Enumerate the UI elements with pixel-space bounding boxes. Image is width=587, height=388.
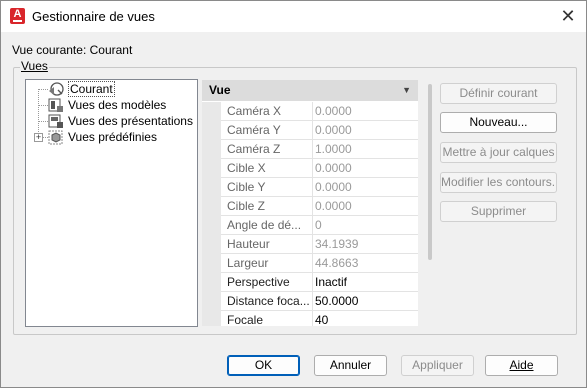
cancel-button[interactable]: Annuler: [314, 355, 387, 376]
property-row-gutter: [202, 235, 221, 254]
title-bar: A Gestionnaire de vues ✕: [1, 1, 586, 32]
expand-icon[interactable]: +: [34, 133, 43, 142]
property-row[interactable]: Hauteur 34.1939: [202, 235, 418, 254]
property-row-gutter: [202, 254, 221, 273]
model-views-icon: [48, 98, 64, 113]
property-value: 34.1939: [313, 235, 418, 254]
tree-item-label: Vues des modèles: [68, 98, 167, 112]
tree-item-model-views[interactable]: Vues des modèles: [48, 97, 166, 113]
window-title: Gestionnaire de vues: [32, 9, 155, 24]
property-name: Caméra X: [221, 102, 313, 121]
collapse-chevron-icon[interactable]: ▼: [402, 80, 411, 101]
app-icon-letter: A: [13, 8, 22, 20]
help-button-label: Aide: [509, 358, 534, 372]
property-row-gutter: [202, 159, 221, 178]
property-row[interactable]: Distance foca... 50.0000: [202, 292, 418, 311]
camera-icon: [48, 81, 64, 97]
property-row[interactable]: Largeur 44.8663: [202, 254, 418, 273]
delete-button[interactable]: Supprimer: [440, 201, 557, 222]
property-value: 0.0000: [313, 178, 418, 197]
set-current-button[interactable]: Définir courant: [440, 83, 557, 104]
property-name: Focale: [221, 311, 313, 326]
property-value[interactable]: 40: [313, 311, 418, 326]
preset-views-icon: [48, 130, 64, 145]
ok-button[interactable]: OK: [227, 355, 300, 376]
property-value: 0.0000: [313, 159, 418, 178]
property-value: 44.8663: [313, 254, 418, 273]
property-value[interactable]: Inactif: [313, 273, 418, 292]
property-name: Hauteur: [221, 235, 313, 254]
property-value: 0.0000: [313, 102, 418, 121]
views-tree[interactable]: Courant Vues des modèles Vues des présen…: [25, 79, 198, 327]
property-row-gutter: [202, 292, 221, 311]
property-name: Cible X: [221, 159, 313, 178]
layout-views-icon: [48, 114, 64, 129]
tree-item-label: Vues des présentations: [68, 114, 193, 128]
properties-category-title: Vue: [209, 83, 231, 97]
tree-item-preset-views[interactable]: Vues prédéfinies: [48, 129, 157, 145]
view-properties-grid: Vue ▼ Caméra X 0.0000 Caméra Y 0.0000 Caméra…: [202, 80, 418, 326]
property-row[interactable]: Cible Y 0.0000: [202, 178, 418, 197]
property-row-gutter: [202, 140, 221, 159]
property-row-gutter: [202, 102, 221, 121]
property-row[interactable]: Angle de dé... 0: [202, 216, 418, 235]
property-row-gutter: [202, 273, 221, 292]
property-row[interactable]: Focale 40: [202, 311, 418, 326]
current-view-label: Vue courante: Courant: [12, 43, 133, 57]
property-row-gutter: [202, 197, 221, 216]
help-button[interactable]: Aide: [485, 355, 558, 376]
tree-item-label: Vues prédéfinies: [68, 130, 157, 144]
properties-scrollbar[interactable]: [428, 84, 432, 260]
property-name: Distance foca...: [221, 292, 313, 311]
property-value: 0: [313, 216, 418, 235]
tree-item-label: Courant: [68, 81, 115, 97]
property-value: 0.0000: [313, 197, 418, 216]
property-row[interactable]: Cible Z 0.0000: [202, 197, 418, 216]
property-name: Largeur: [221, 254, 313, 273]
property-row[interactable]: Cible X 0.0000: [202, 159, 418, 178]
views-group-legend-text: Vues: [21, 59, 48, 73]
property-row-gutter: [202, 178, 221, 197]
property-row[interactable]: Caméra Y 0.0000: [202, 121, 418, 140]
property-name: Caméra Z: [221, 140, 313, 159]
tree-item-layout-views[interactable]: Vues des présentations: [48, 113, 193, 129]
new-view-button[interactable]: Nouveau...: [440, 112, 557, 133]
update-layers-button[interactable]: Mettre à jour calques: [440, 142, 557, 163]
property-name: Cible Z: [221, 197, 313, 216]
property-row-gutter: [202, 216, 221, 235]
property-row[interactable]: Caméra X 0.0000: [202, 102, 418, 121]
property-value: 0.0000: [313, 121, 418, 140]
views-group-legend: Vues: [20, 59, 49, 73]
property-name: Caméra Y: [221, 121, 313, 140]
close-icon[interactable]: ✕: [558, 7, 578, 27]
property-row[interactable]: Perspective Inactif: [202, 273, 418, 292]
property-name: Cible Y: [221, 178, 313, 197]
apply-button[interactable]: Appliquer: [401, 355, 474, 376]
edit-boundaries-button[interactable]: Modifier les contours...: [440, 172, 557, 193]
property-row-gutter: [202, 121, 221, 140]
property-name: Perspective: [221, 273, 313, 292]
property-row-gutter: [202, 311, 221, 326]
property-name: Angle de dé...: [221, 216, 313, 235]
view-manager-dialog: A Gestionnaire de vues ✕ Vue courante: C…: [0, 0, 587, 388]
tree-item-courant[interactable]: Courant: [48, 81, 115, 97]
autocad-app-icon: A: [10, 8, 25, 24]
properties-category-header[interactable]: Vue ▼: [202, 80, 418, 101]
property-value: 1.0000: [313, 140, 418, 159]
property-value[interactable]: 50.0000: [313, 292, 418, 311]
property-row[interactable]: Caméra Z 1.0000: [202, 140, 418, 159]
